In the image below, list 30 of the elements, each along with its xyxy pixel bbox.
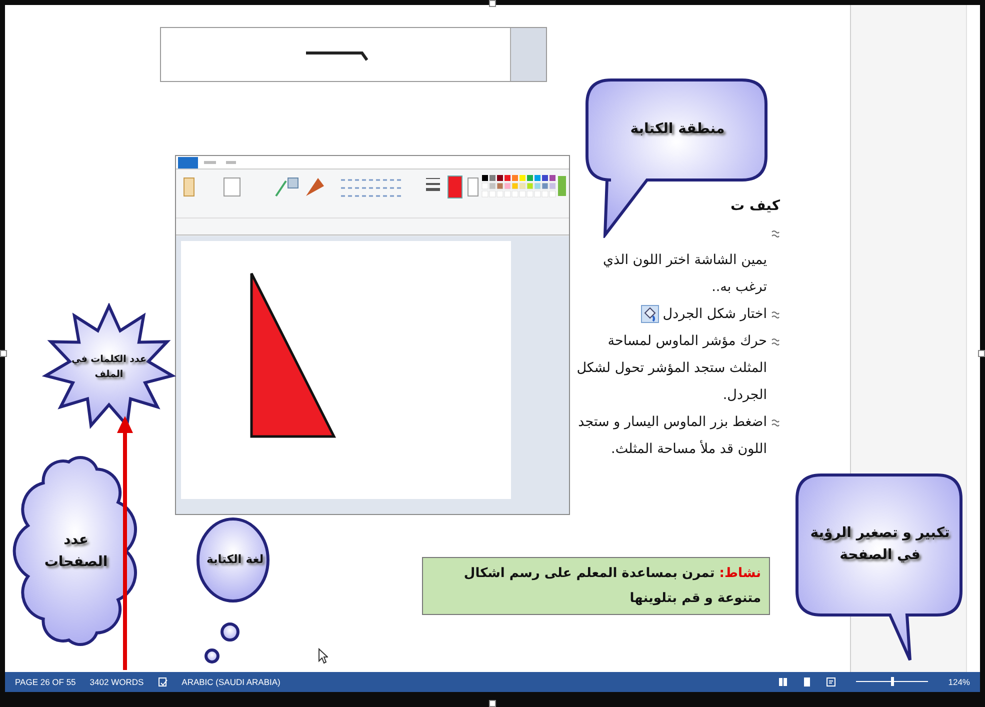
step-text: اضغط بزر الماوس اليسار و ستجد اللون قد ملأ مساحة المثلث.	[577, 413, 767, 459]
cursor-icon	[318, 648, 328, 664]
web-layout-icon[interactable]	[826, 677, 836, 687]
activity-text: نشاط: تمرن بمساعدة المعلم على رسم اشكال متنوعة و قم بتلوينها	[462, 565, 761, 608]
bullet-icon	[771, 311, 780, 319]
resize-handle[interactable]	[978, 350, 985, 357]
callout-text: عدد الكلمات في الملف	[71, 353, 146, 382]
proofing-icon[interactable]	[158, 677, 168, 687]
section-heading: كيف ت	[730, 197, 780, 216]
page-count[interactable]: PAGE 26 OF 55	[15, 677, 76, 687]
language-label[interactable]: ARABIC (SAUDI ARABIA)	[182, 677, 280, 687]
bucket-icon	[640, 305, 659, 323]
bullet-icon	[771, 419, 780, 427]
step-text: اختار شكل الجردل	[662, 305, 767, 324]
callout-text: عدد الصفحات	[44, 531, 108, 572]
bullet-icon	[771, 338, 780, 346]
zoom-level[interactable]: 124%	[948, 677, 970, 687]
read-mode-icon[interactable]	[778, 677, 788, 687]
resize-handle[interactable]	[489, 700, 496, 707]
resize-handle[interactable]	[0, 350, 7, 357]
step-text: حرك مؤشر الماوس لمساحة المثلث ستجد المؤشر تحول لشكل الجردل.	[576, 332, 767, 405]
word-count[interactable]: 3402 WORDS	[90, 677, 144, 687]
callout-text: منطقة الكتابة	[630, 120, 725, 139]
side-panel	[510, 28, 546, 81]
print-layout-icon[interactable]	[802, 677, 812, 687]
callout-text: لغة الكتابة	[206, 551, 264, 568]
step-text: يمين الشاشة اختر اللون الذي ترغب به..	[602, 251, 767, 297]
callout-text: تكبير و تصغير الرؤية في الصفحة	[810, 524, 950, 565]
bullet-icon	[771, 230, 780, 238]
resize-handle[interactable]	[489, 0, 496, 7]
